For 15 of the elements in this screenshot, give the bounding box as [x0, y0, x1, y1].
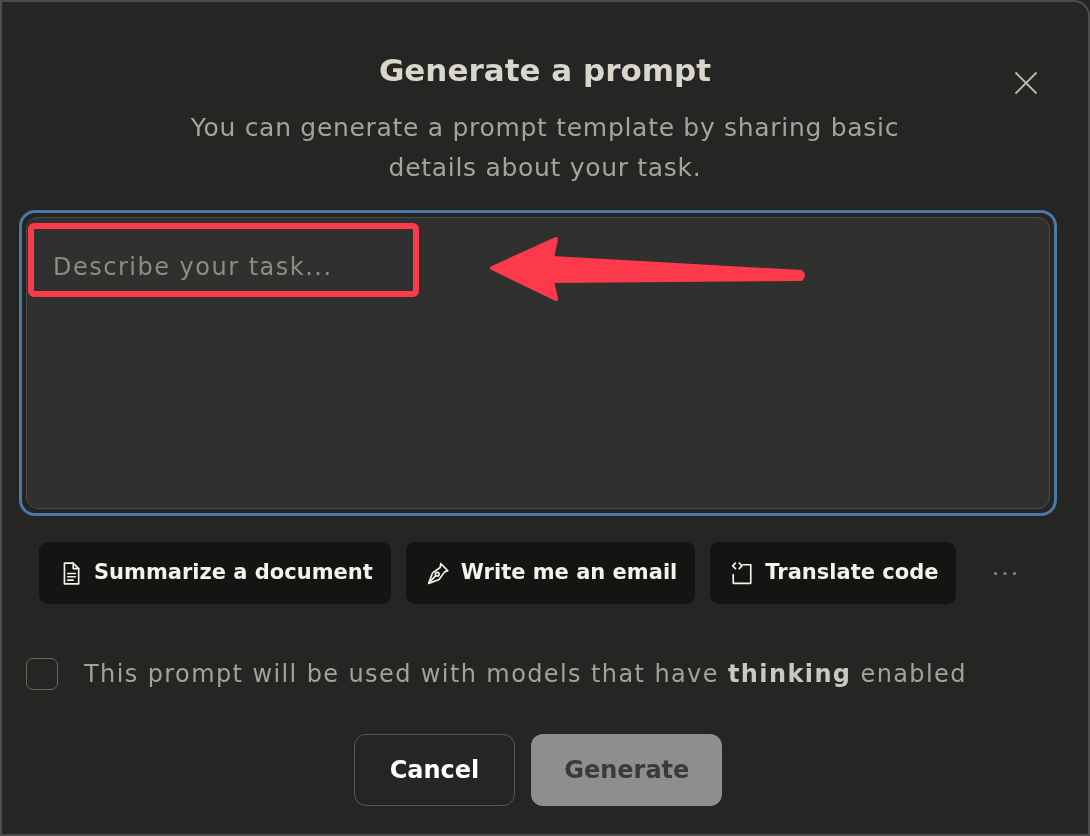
suggestion-button[interactable]: Translate code: [710, 542, 957, 604]
pen-nib-icon: [426, 561, 449, 585]
suggestion-button[interactable]: Summarize a document: [39, 542, 391, 604]
close-icon: [1014, 71, 1038, 95]
ellipsis-icon: [993, 570, 1018, 576]
more-options-button[interactable]: [993, 570, 1018, 576]
dialog-subtitle: You can generate a prompt template by sharing basic details about your task.: [189, 112, 901, 184]
suggestion-button[interactable]: Write me an email: [405, 542, 696, 604]
dialog-title: Generate a prompt: [378, 51, 712, 90]
cancel-button[interactable]: Cancel: [353, 734, 516, 806]
checkbox[interactable]: [26, 658, 58, 690]
task-input-field[interactable]: Describe your task...: [19, 210, 1057, 516]
checkbox-label: This prompt will be used with models that have thinking enabled: [84, 659, 967, 690]
close-button[interactable]: [1014, 71, 1038, 95]
code-frame-icon: [731, 561, 754, 585]
